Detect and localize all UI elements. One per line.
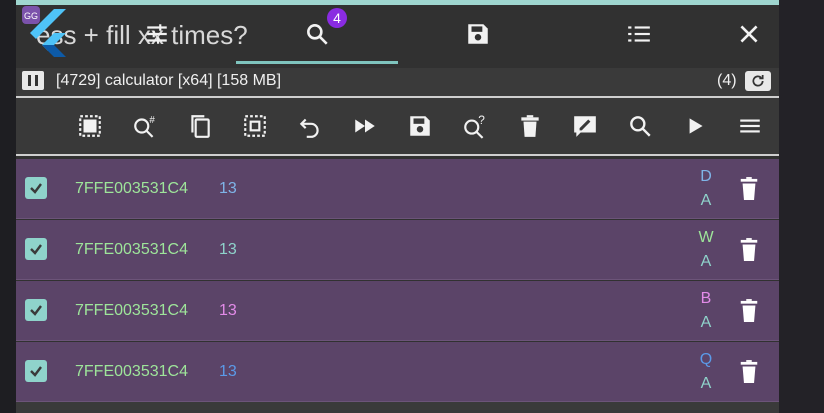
refresh-icon [752, 75, 764, 87]
search-hex-icon: # [134, 115, 155, 138]
copy-button[interactable] [186, 112, 214, 140]
memory-list-tab[interactable] [619, 14, 659, 54]
row-checkbox[interactable] [25, 360, 47, 382]
row-checkbox[interactable] [25, 238, 47, 260]
refresh-button[interactable] [745, 71, 771, 91]
process-bar: [4729] calculator [x64] [158 MB] (4) [16, 68, 779, 96]
process-info: [4729] calculator [x64] [158 MB] [56, 72, 282, 89]
pause-icon-bar [35, 75, 38, 86]
row-type: B [700, 290, 712, 307]
row-subtype: A [700, 192, 712, 209]
undo-icon [299, 118, 319, 138]
row-subtype: A [700, 314, 712, 331]
pause-icon [28, 75, 31, 86]
settings-tab[interactable] [137, 14, 177, 54]
search-unknown-icon: ? [464, 113, 485, 139]
top-accent-strip [16, 0, 779, 5]
svg-text:GG: GG [24, 11, 38, 21]
search-unknown-button[interactable]: ? [461, 112, 489, 140]
row-address: 7FFE003531C4 [75, 180, 188, 197]
undo-button[interactable] [296, 112, 324, 140]
check-icon [30, 366, 42, 377]
check-icon [30, 244, 42, 255]
active-tab-underline [236, 61, 398, 64]
select-range-icon [244, 115, 266, 137]
save-icon [410, 116, 430, 136]
row-checkbox[interactable] [25, 299, 47, 321]
row-delete-button[interactable] [736, 358, 762, 386]
trash-icon [740, 360, 758, 383]
search-icon [307, 24, 328, 45]
row-value: 13 [219, 363, 237, 380]
row-subtype: A [700, 253, 712, 270]
bottom-strip [16, 402, 779, 413]
select-all-button[interactable] [76, 112, 104, 140]
results-toolbar: # ? [16, 96, 779, 156]
search-hex-button[interactable]: # [131, 112, 159, 140]
trash-icon [740, 299, 758, 322]
result-row[interactable]: 7FFE003531C4 13 B A [16, 281, 779, 341]
trash-icon [740, 177, 758, 200]
search-count-badge: 4 [327, 8, 347, 28]
run-button[interactable] [681, 112, 709, 140]
row-delete-button[interactable] [736, 175, 762, 203]
save-results-button[interactable] [406, 112, 434, 140]
row-value: 13 [219, 180, 237, 197]
close-button[interactable] [729, 14, 769, 54]
row-address: 7FFE003531C4 [75, 241, 188, 258]
delete-results-button[interactable] [516, 112, 544, 140]
pause-button[interactable] [22, 71, 44, 90]
play-icon [689, 118, 703, 134]
result-row[interactable]: 7FFE003531C4 13 Q A [16, 342, 779, 402]
result-row[interactable]: 7FFE003531C4 13 D A [16, 159, 779, 219]
row-subtype: A [700, 375, 712, 392]
select-range-button[interactable] [241, 112, 269, 140]
row-address: 7FFE003531C4 [75, 302, 188, 319]
left-background [0, 0, 16, 413]
menu-button[interactable] [736, 112, 764, 140]
list-icon [628, 26, 650, 42]
fast-forward-icon [355, 119, 375, 133]
edit-icon [574, 116, 596, 137]
fast-forward-button[interactable] [351, 112, 379, 140]
check-icon [30, 305, 42, 316]
row-delete-button[interactable] [736, 236, 762, 264]
edit-values-button[interactable] [571, 112, 599, 140]
row-address: 7FFE003531C4 [75, 363, 188, 380]
copy-icon [191, 115, 210, 138]
result-row[interactable]: 7FFE003531C4 13 W A [16, 220, 779, 280]
check-icon [30, 183, 42, 194]
svg-text:?: ? [478, 113, 485, 127]
row-value: 13 [219, 241, 237, 258]
row-checkbox[interactable] [25, 177, 47, 199]
result-count: (4) [717, 72, 737, 89]
svg-text:#: # [149, 115, 155, 126]
save-icon [468, 24, 488, 44]
trash-icon [740, 238, 758, 261]
row-type: W [698, 229, 714, 246]
row-delete-button[interactable] [736, 297, 762, 325]
menu-icon [740, 119, 760, 133]
row-type: D [700, 168, 712, 185]
saved-list-tab[interactable] [458, 14, 498, 54]
trash-icon [521, 115, 539, 137]
search-button[interactable] [626, 112, 654, 140]
flutter-logo-icon: GG [22, 6, 66, 57]
select-all-icon [79, 115, 101, 137]
close-icon [740, 25, 758, 43]
sliders-icon [147, 24, 167, 44]
search-icon [630, 116, 651, 137]
row-type: Q [699, 351, 713, 368]
row-value: 13 [219, 302, 237, 319]
right-background [779, 0, 824, 413]
